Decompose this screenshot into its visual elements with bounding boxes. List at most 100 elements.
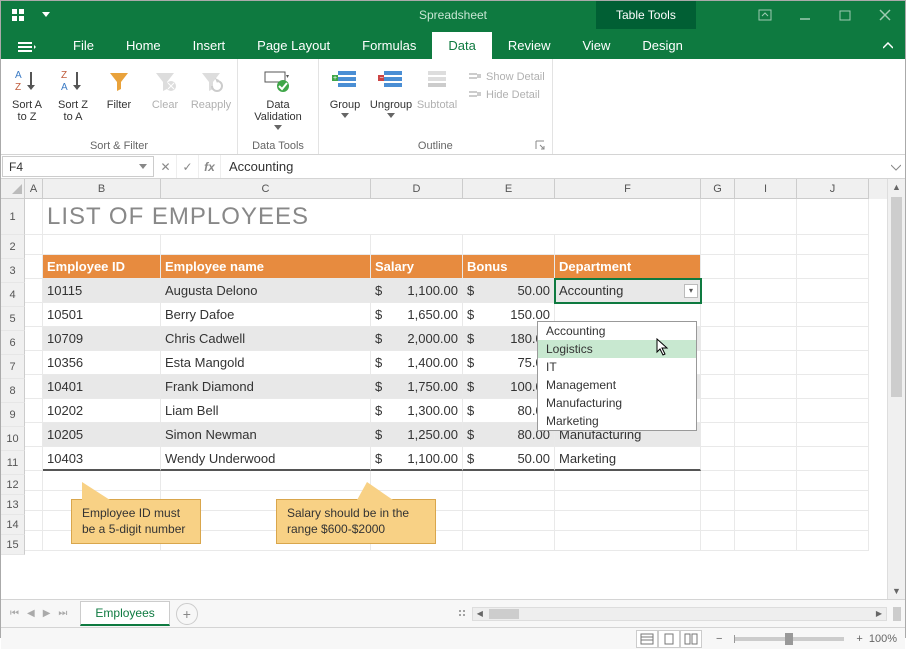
scroll-right-icon[interactable]: ▶	[872, 608, 886, 620]
cell[interactable]	[797, 303, 869, 327]
hscroll-split-handle[interactable]	[893, 607, 901, 621]
cell[interactable]	[25, 303, 43, 327]
table-header[interactable]: Employee ID	[43, 255, 161, 279]
sort-za-button[interactable]: ZA Sort Z to A	[51, 63, 95, 125]
tab-insert[interactable]: Insert	[177, 32, 242, 59]
zoom-slider[interactable]	[734, 637, 844, 641]
dropdown-option[interactable]: Management	[538, 376, 696, 394]
cell[interactable]	[25, 279, 43, 303]
cell[interactable]	[25, 491, 43, 511]
cell[interactable]	[25, 531, 43, 551]
cell[interactable]	[701, 279, 735, 303]
cell-salary[interactable]: $1,100.00	[371, 279, 463, 303]
select-all-corner[interactable]	[1, 179, 25, 199]
cell[interactable]	[797, 351, 869, 375]
tab-data[interactable]: Data	[432, 32, 491, 59]
sheet-nav[interactable]: ⏮ ◀ ▶ ⏭	[1, 606, 76, 621]
cell[interactable]	[25, 199, 43, 235]
nav-prev-icon[interactable]: ◀	[24, 606, 38, 621]
dropdown-option[interactable]: Marketing	[538, 412, 696, 430]
cell[interactable]	[797, 375, 869, 399]
cell[interactable]	[735, 423, 797, 447]
col-header-D[interactable]: D	[371, 179, 463, 199]
ungroup-button[interactable]: − Ungroup	[369, 63, 413, 120]
cell-salary[interactable]: $1,100.00	[371, 447, 463, 471]
cell[interactable]	[735, 447, 797, 471]
cell[interactable]	[701, 471, 735, 491]
cell[interactable]	[797, 399, 869, 423]
row-header[interactable]: 1	[1, 199, 25, 235]
cell-employee-id[interactable]: 10115	[43, 279, 161, 303]
add-sheet-button[interactable]: +	[176, 603, 198, 625]
qat-dropdown-icon[interactable]	[35, 4, 57, 26]
row-header[interactable]: 6	[1, 331, 25, 355]
cell[interactable]	[701, 235, 735, 255]
table-header[interactable]: Salary	[371, 255, 463, 279]
cell-employee-name[interactable]: Liam Bell	[161, 399, 371, 423]
cell[interactable]	[701, 447, 735, 471]
cell[interactable]	[555, 471, 701, 491]
cell-salary[interactable]: $1,650.00	[371, 303, 463, 327]
tab-formulas[interactable]: Formulas	[346, 32, 432, 59]
cell[interactable]	[797, 255, 869, 279]
cell[interactable]	[735, 375, 797, 399]
cell[interactable]	[25, 235, 43, 255]
cell[interactable]	[735, 327, 797, 351]
dropdown-option[interactable]: Manufacturing	[538, 394, 696, 412]
cell-department[interactable]: Marketing	[555, 447, 701, 471]
ribbon-collapse-icon[interactable]	[871, 33, 905, 59]
col-header-J[interactable]: J	[797, 179, 869, 199]
group-button[interactable]: + Group	[323, 63, 367, 120]
validation-dropdown[interactable]: AccountingLogisticsITManagementManufactu…	[537, 321, 697, 431]
nav-next-icon[interactable]: ▶	[40, 606, 54, 621]
close-icon[interactable]	[865, 1, 905, 29]
cell[interactable]	[735, 471, 797, 491]
cell-salary[interactable]: $1,750.00	[371, 375, 463, 399]
scroll-down-icon[interactable]: ▼	[888, 583, 905, 599]
ribbon-options-icon[interactable]	[745, 1, 785, 29]
cell-employee-id[interactable]: 10205	[43, 423, 161, 447]
cell-employee-name[interactable]: Berry Dafoe	[161, 303, 371, 327]
filter-button[interactable]: Filter	[97, 63, 141, 113]
dropdown-option[interactable]: Logistics	[538, 340, 696, 358]
row-header[interactable]: 5	[1, 307, 25, 331]
cell[interactable]	[797, 327, 869, 351]
cell[interactable]	[735, 399, 797, 423]
spreadsheet-grid[interactable]: ABCDEFGIJ 123456789101112131415 LIST OF …	[1, 179, 905, 599]
tab-view[interactable]: View	[566, 32, 626, 59]
cell[interactable]	[555, 491, 701, 511]
cell[interactable]	[735, 255, 797, 279]
vscroll-thumb[interactable]	[891, 197, 902, 397]
cell-bonus[interactable]: $50.00	[463, 279, 555, 303]
cell-employee-name[interactable]: Wendy Underwood	[161, 447, 371, 471]
table-header[interactable]: Employee name	[161, 255, 371, 279]
cell-department[interactable]: Accounting▾	[555, 279, 701, 303]
cell[interactable]	[735, 235, 797, 255]
tab-file[interactable]: File	[57, 32, 110, 59]
cell[interactable]	[701, 375, 735, 399]
col-header-F[interactable]: F	[555, 179, 701, 199]
cell[interactable]	[25, 255, 43, 279]
cell-employee-id[interactable]: 10356	[43, 351, 161, 375]
cell[interactable]	[735, 351, 797, 375]
zoom-in-icon[interactable]: +	[856, 633, 862, 645]
cell-dropdown-icon[interactable]: ▾	[684, 284, 698, 298]
cell[interactable]	[735, 279, 797, 303]
cell[interactable]	[371, 235, 463, 255]
name-box[interactable]: F4	[2, 156, 154, 177]
row-header[interactable]: 15	[1, 535, 25, 555]
cancel-formula-icon[interactable]: ✕	[155, 155, 177, 178]
horizontal-scrollbar[interactable]: ◀ ▶	[472, 607, 887, 621]
row-header[interactable]: 8	[1, 379, 25, 403]
cell[interactable]	[701, 351, 735, 375]
col-header-C[interactable]: C	[161, 179, 371, 199]
cell[interactable]	[701, 199, 735, 235]
cell[interactable]	[735, 199, 797, 235]
table-tools-tab[interactable]: Table Tools	[596, 1, 696, 29]
cell[interactable]	[25, 471, 43, 491]
cell[interactable]	[735, 303, 797, 327]
cell[interactable]	[701, 399, 735, 423]
cell[interactable]	[797, 511, 869, 531]
col-header-I[interactable]: I	[735, 179, 797, 199]
cell[interactable]	[555, 235, 701, 255]
